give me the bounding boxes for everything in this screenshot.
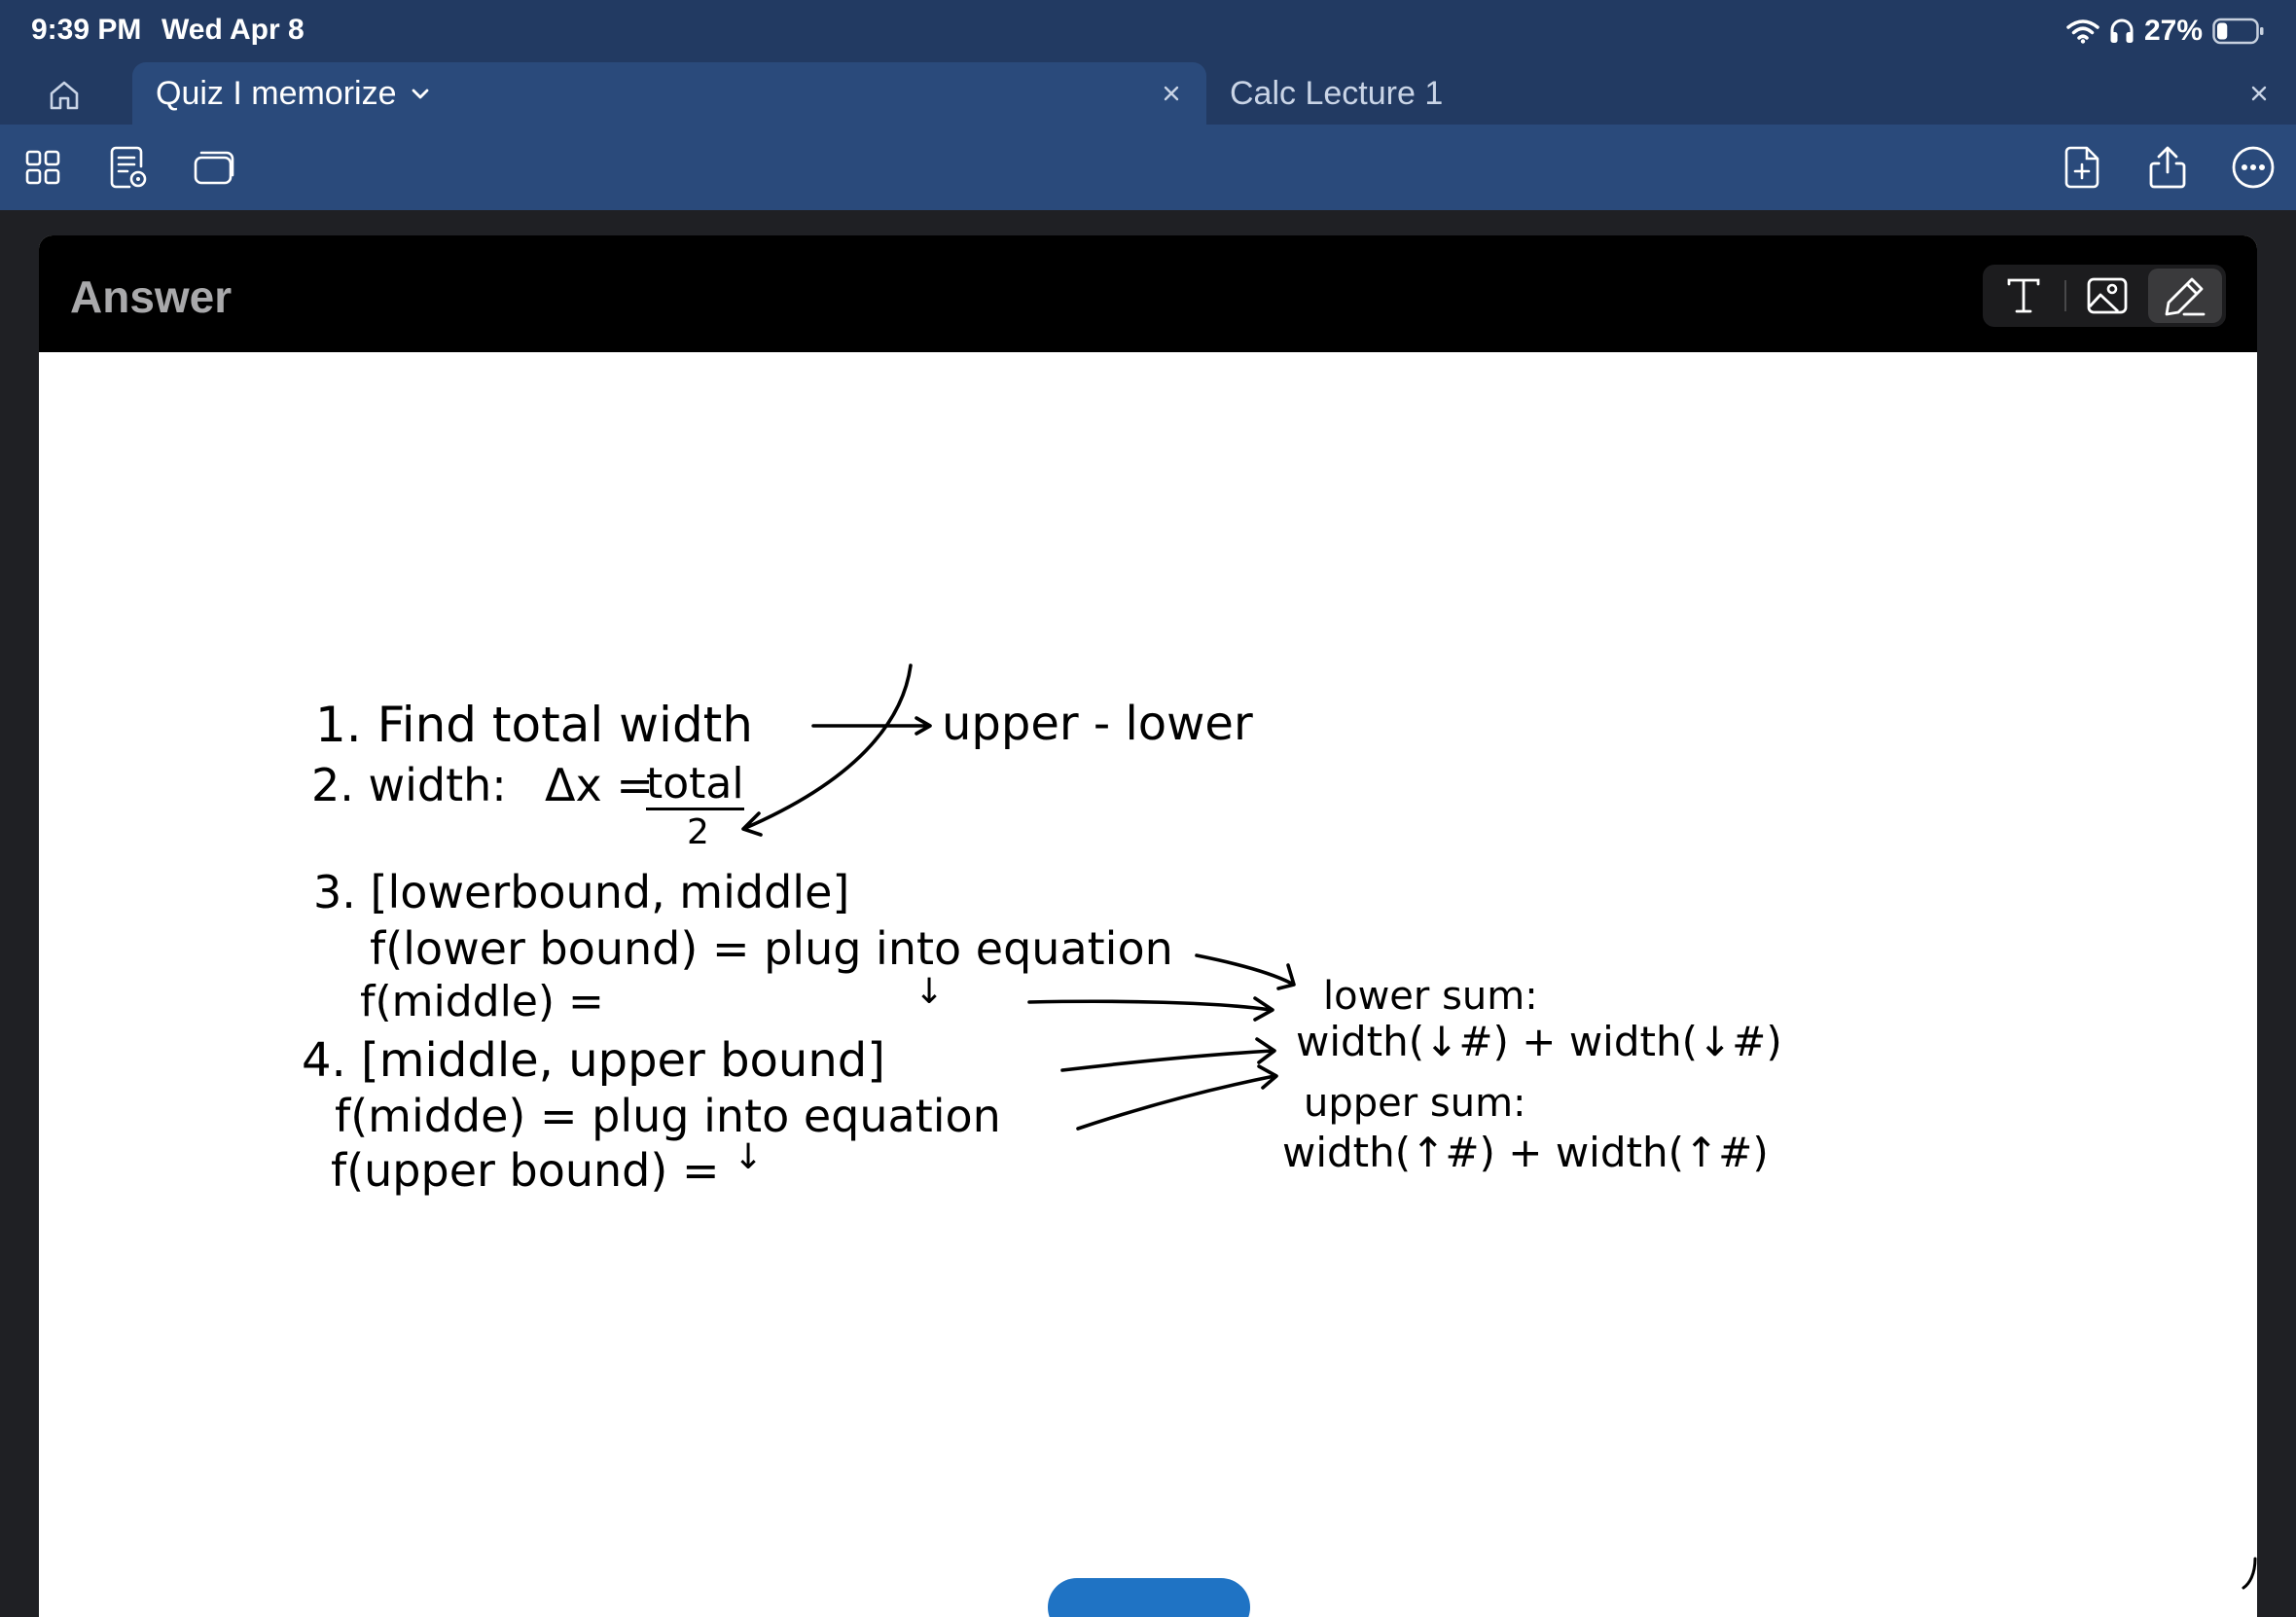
chevron-down-icon[interactable] xyxy=(411,87,430,100)
status-indicators: 27% xyxy=(2066,12,2265,51)
close-icon[interactable] xyxy=(2243,78,2275,109)
share-icon[interactable] xyxy=(2140,140,2195,195)
mode-divider xyxy=(2064,280,2066,311)
wifi-icon xyxy=(2066,18,2099,44)
text-mode-icon[interactable] xyxy=(1987,269,2061,323)
arrow-middle-to-lower-sum xyxy=(1027,996,1274,1022)
submit-button[interactable] xyxy=(1048,1578,1250,1617)
curved-arrow-to-total xyxy=(741,664,913,837)
document-toolbar xyxy=(0,125,2296,210)
answer-card: Answer 1. Find total width upper - lower… xyxy=(39,235,2257,1617)
ink-strokes xyxy=(741,664,1296,1131)
document-settings-icon[interactable] xyxy=(101,140,156,195)
home-button[interactable] xyxy=(43,76,86,115)
arrow-upper-bound-to-upper-sum xyxy=(1076,1064,1278,1131)
card-title: Answer xyxy=(70,271,233,322)
new-page-icon[interactable] xyxy=(2055,140,2109,195)
more-icon[interactable] xyxy=(2226,140,2280,195)
app-chrome: 9:39 PM Wed Apr 8 27% Quiz I memorize Ca… xyxy=(0,0,2296,210)
battery-icon xyxy=(2212,18,2265,45)
tab-label: Quiz I memorize xyxy=(156,74,397,112)
battery-percent: 27% xyxy=(2143,15,2203,47)
image-mode-icon[interactable] xyxy=(2070,269,2144,323)
tab-label: Calc Lecture 1 xyxy=(1230,74,1444,112)
card-header: Answer xyxy=(39,235,2257,352)
tab-bar: Quiz I memorize Calc Lecture 1 xyxy=(0,62,2296,125)
tab-calc-lecture-1[interactable]: Calc Lecture 1 xyxy=(1206,62,2296,125)
grid-icon[interactable] xyxy=(16,140,70,195)
close-icon[interactable] xyxy=(1156,78,1187,109)
status-date: Wed Apr 8 xyxy=(161,14,305,46)
pen-mode-icon[interactable] xyxy=(2148,269,2222,323)
resize-handle[interactable] xyxy=(2242,1557,2257,1590)
arrow-to-upper-lower xyxy=(811,716,932,736)
headphones-icon xyxy=(2109,18,2135,45)
stack-icon[interactable] xyxy=(187,140,241,195)
status-bar: 9:39 PM Wed Apr 8 27% xyxy=(0,0,2296,62)
tab-quiz-i-memorize[interactable]: Quiz I memorize xyxy=(132,62,1206,125)
arrow-middle-to-upper-sum xyxy=(1060,1037,1276,1072)
drawing-canvas[interactable]: 1. Find total width upper - lower 2. wid… xyxy=(39,352,2257,1617)
arrow-lower-bound-to-lower-sum xyxy=(1195,953,1296,990)
input-mode-selector xyxy=(1983,265,2226,327)
home-icon xyxy=(50,81,79,110)
status-time: 9:39 PM xyxy=(31,14,142,46)
